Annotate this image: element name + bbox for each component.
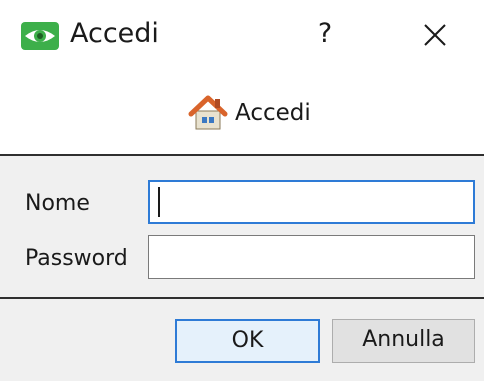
home-icon <box>188 95 228 130</box>
login-form: Nome Password <box>0 154 484 299</box>
ok-button[interactable]: OK <box>175 319 320 363</box>
password-label: Password <box>25 246 128 271</box>
help-button[interactable]: ? <box>305 14 345 54</box>
name-label: Nome <box>25 191 90 216</box>
cancel-button[interactable]: Annulla <box>332 319 475 363</box>
header-banner: Accedi <box>0 70 484 154</box>
window-title: Accedi <box>70 18 159 49</box>
header-title: Accedi <box>235 100 311 126</box>
name-input[interactable] <box>148 180 475 224</box>
password-input[interactable] <box>148 235 475 279</box>
title-bar: Accedi ? <box>0 0 484 70</box>
login-dialog: Accedi ? Accedi Nome Password OK Annulla <box>0 0 484 381</box>
close-icon[interactable] <box>415 15 455 55</box>
text-caret <box>158 187 160 217</box>
button-bar: OK Annulla <box>0 299 484 381</box>
eye-icon <box>21 22 59 50</box>
